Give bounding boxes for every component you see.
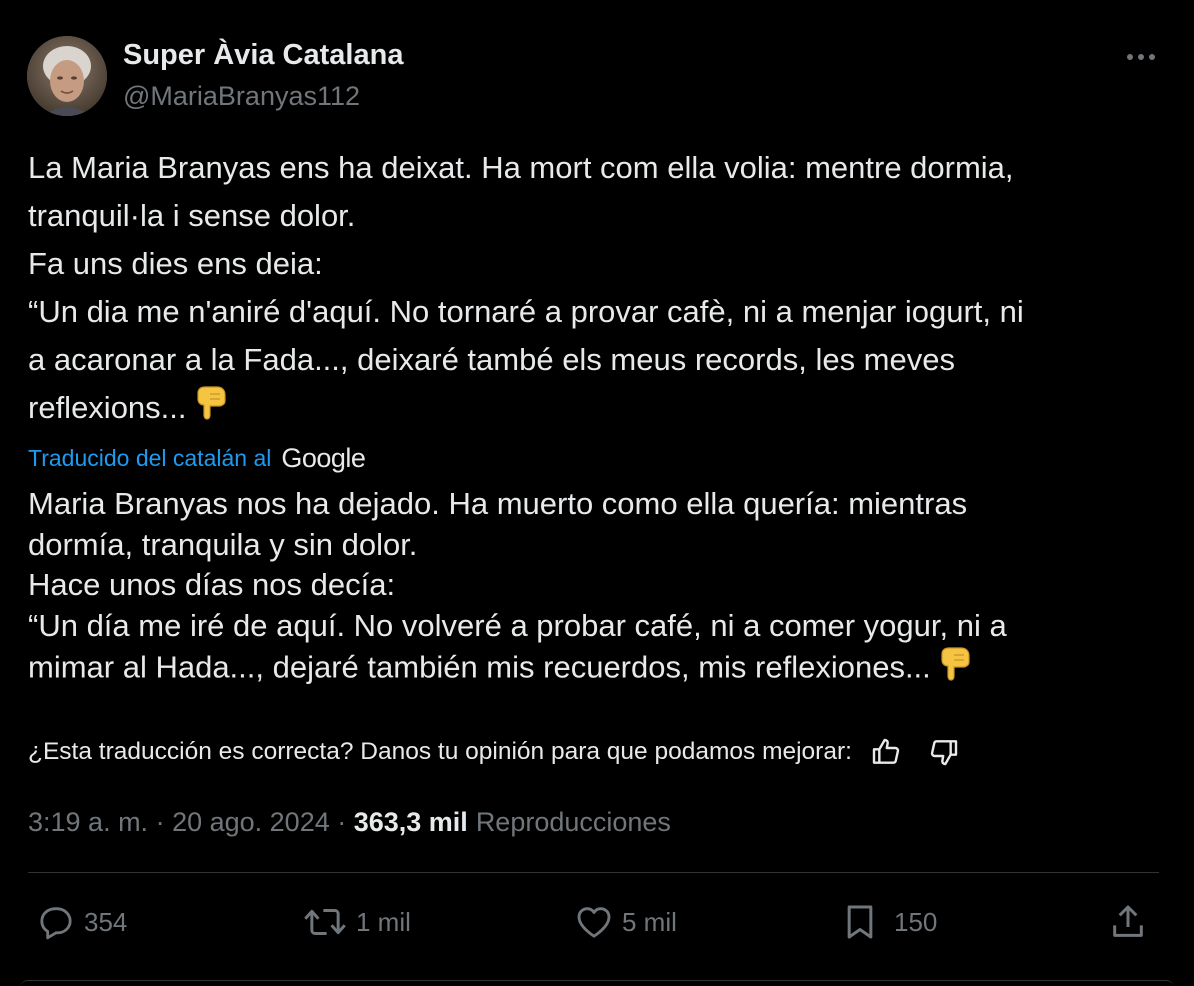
thumbs-down-button[interactable] (926, 734, 962, 770)
avatar-photo (27, 36, 107, 116)
reply-icon (40, 907, 72, 940)
text-line: “Un dia me n'aniré d'aquí. No tornaré a … (28, 294, 1024, 329)
text-line: tranquil·la i sense dolor. (28, 198, 356, 233)
thumbs-up-icon (872, 738, 900, 764)
more-button[interactable] (1122, 44, 1160, 70)
bookmark-count: 150 (894, 906, 938, 937)
tweet-date[interactable]: 20 ago. 2024 (172, 807, 330, 838)
tweet-text-original: La Maria Branyas ens ha deixat. Ha mort … (28, 144, 1168, 435)
text-fragment: mimar al Hada..., dejaré también mis rec… (28, 649, 931, 685)
text-line: Fa uns dies ens deia: (28, 246, 323, 281)
tweet-meta: 3:19 a. m. · 20 ago. 2024 · 363,3 mil Re… (28, 802, 671, 842)
text-fragment: reflexions... (28, 390, 187, 425)
reply-button[interactable]: 354 (36, 900, 127, 944)
text-line: mimar al Hada..., dejaré también mis rec… (28, 646, 1168, 693)
views-count: 363,3 mil (353, 806, 468, 837)
text-line: reflexions... (28, 384, 1168, 435)
compose-edge (20, 980, 1174, 986)
thumbs-up-button[interactable] (868, 734, 904, 770)
reply-count: 354 (84, 906, 128, 937)
meta-separator: · (148, 806, 173, 837)
like-count: 5 mil (622, 906, 677, 937)
share-button[interactable] (1108, 900, 1148, 944)
translation-notice: Traducido del catalán al Google (28, 438, 366, 478)
handle[interactable]: @MariaBranyas112 (123, 81, 360, 112)
meta-separator: · (329, 806, 354, 837)
retweet-button[interactable]: 1 mil (302, 900, 411, 944)
bookmark-icon (847, 905, 873, 939)
text-line: La Maria Branyas ens ha deixat. Ha mort … (28, 150, 1014, 185)
feedback-question: ¿Esta traducción es correcta? Danos tu o… (28, 738, 852, 765)
text-line: Hace unos días nos decía: (28, 567, 396, 602)
retweet-count: 1 mil (356, 906, 411, 937)
translation-feedback: ¿Esta traducción es correcta? Danos tu o… (28, 732, 962, 772)
more-icon (1127, 54, 1155, 60)
translated-from-link[interactable]: Traducido del catalán al (28, 445, 271, 472)
retweet-icon (304, 909, 346, 935)
views-label: Reproducciones (475, 806, 671, 837)
google-logo: Google (281, 442, 366, 473)
share-icon (1113, 905, 1143, 937)
thumbs-down-icon (930, 740, 958, 766)
tweet-time[interactable]: 3:19 a. m. (28, 807, 148, 838)
avatar[interactable] (27, 36, 107, 116)
text-line: “Un día me iré de aquí. No volveré a pro… (28, 607, 1007, 643)
bookmark-button[interactable]: 150 (840, 900, 937, 944)
heart-icon (577, 907, 611, 938)
divider (28, 872, 1159, 873)
like-button[interactable]: 5 mil (574, 900, 677, 944)
pointing-down-emoji-icon (939, 646, 971, 693)
pointing-down-emoji-icon (195, 385, 227, 435)
text-line: dormía, tranquila y sin dolor. (28, 526, 418, 562)
tweet-detail: Super Àvia Catalana @MariaBranyas112 La … (0, 0, 1194, 986)
display-name[interactable]: Super Àvia Catalana (123, 39, 403, 72)
text-line: a acaronar a la Fada..., deixaré també e… (28, 342, 955, 377)
text-line: Maria Branyas nos ha dejado. Ha muerto c… (28, 486, 968, 521)
tweet-text-translated: Maria Branyas nos ha dejado. Ha muerto c… (28, 484, 1168, 693)
